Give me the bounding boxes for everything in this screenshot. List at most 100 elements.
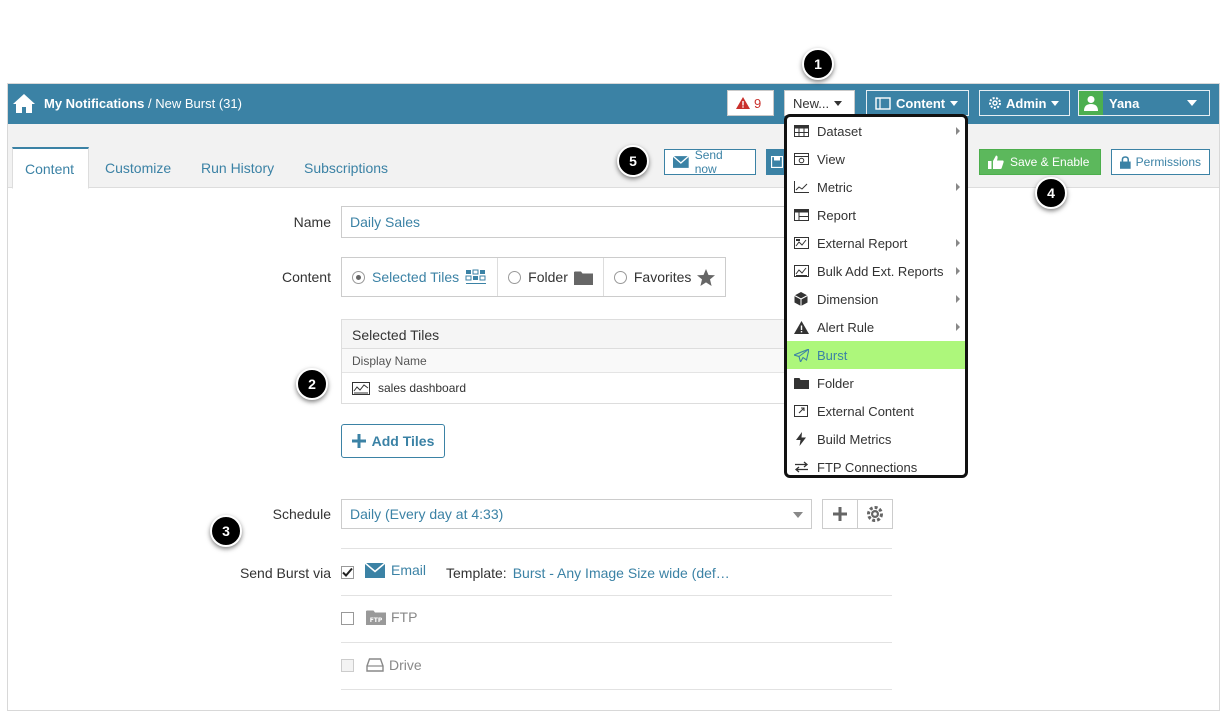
cube-icon	[793, 292, 809, 306]
plus-icon	[833, 507, 847, 521]
divider	[341, 642, 892, 643]
template-link[interactable]: Burst - Any Image Size wide (def…	[513, 565, 730, 581]
dashboard-icon	[352, 381, 370, 395]
new-dropdown-menu: Dataset View Metric Report External Repo…	[784, 114, 968, 478]
option-label: Favorites	[633, 269, 692, 285]
tile-name: sales dashboard	[378, 381, 467, 395]
email-checkbox[interactable]	[341, 566, 354, 579]
envelope-icon	[365, 562, 385, 578]
schedule-select[interactable]: Daily (Every day at 4:33)	[341, 499, 812, 529]
add-tiles-button[interactable]: Add Tiles	[341, 424, 445, 458]
breadcrumb: My Notifications / New Burst (31)	[44, 96, 242, 111]
drive-icon	[366, 658, 384, 672]
content-label: Content	[896, 95, 946, 111]
tab-content[interactable]: Content	[12, 147, 89, 189]
chevron-down-icon	[1051, 100, 1060, 106]
tab-subscriptions[interactable]: Subscriptions	[292, 148, 400, 188]
floppy-icon	[771, 156, 783, 168]
alerts-button[interactable]: 9	[727, 90, 774, 116]
table-title: Selected Tiles	[342, 320, 792, 349]
content-menu-button[interactable]: Content	[866, 90, 969, 116]
breadcrumb-current: / New Burst (31)	[144, 96, 242, 111]
alert-count: 9	[754, 95, 762, 111]
email-label: Email	[391, 562, 427, 578]
admin-menu-button[interactable]: Admin	[979, 90, 1070, 116]
ftp-checkbox[interactable]	[341, 612, 354, 625]
chevron-right-icon	[956, 267, 960, 275]
menu-label: FTP Connections	[817, 459, 918, 475]
envelope-icon	[673, 156, 689, 168]
option-label: Selected Tiles	[372, 269, 460, 285]
breadcrumb-root[interactable]: My Notifications	[44, 96, 144, 111]
option-label: Folder	[528, 269, 568, 285]
template-info: Template: Burst - Any Image Size wide (d…	[446, 565, 730, 581]
step-badge-2: 2	[296, 368, 328, 400]
menu-item-bulk-add-ext-reports[interactable]: Bulk Add Ext. Reports	[787, 257, 965, 285]
new-menu-button[interactable]: New...	[784, 90, 855, 116]
send-now-button[interactable]: Send now	[664, 148, 756, 176]
bulk-report-icon	[793, 264, 809, 278]
menu-label: External Content	[817, 403, 914, 419]
exchange-icon	[793, 460, 809, 474]
gear-icon	[989, 97, 1001, 109]
content-option-folder[interactable]: Folder	[498, 258, 604, 296]
table-row[interactable]: sales dashboard	[342, 373, 792, 403]
content-option-selected-tiles[interactable]: Selected Tiles	[342, 258, 499, 296]
new-label: New...	[793, 95, 830, 111]
admin-label: Admin	[1006, 95, 1047, 111]
content-option-favorites[interactable]: Favorites	[604, 258, 726, 296]
chevron-right-icon	[956, 239, 960, 247]
menu-item-external-content[interactable]: External Content	[787, 397, 965, 425]
send-via-label: Send Burst via	[239, 565, 331, 581]
send-now-label: Send now	[694, 148, 723, 176]
schedule-settings-button[interactable]	[857, 499, 893, 529]
save-enable-button[interactable]: Save & Enable	[979, 149, 1101, 175]
chevron-down-icon	[793, 512, 803, 518]
menu-item-ftp-connections[interactable]: FTP Connections	[787, 453, 965, 475]
chevron-right-icon	[956, 127, 960, 135]
radio-unselected	[613, 270, 627, 284]
warning-icon	[793, 320, 809, 334]
menu-label: Burst	[817, 347, 848, 363]
step-badge-3: 3	[210, 515, 242, 547]
save-enable-label: Save & Enable	[1010, 155, 1090, 169]
menu-item-external-report[interactable]: External Report	[787, 229, 965, 257]
divider	[341, 689, 892, 690]
menu-item-folder[interactable]: Folder	[787, 369, 965, 397]
selected-tiles-table: Selected Tiles Display Name sales dashbo…	[341, 319, 793, 404]
warning-icon	[736, 97, 750, 109]
tab-run-history[interactable]: Run History	[189, 148, 286, 188]
schedule-value: Daily (Every day at 4:33)	[350, 506, 504, 522]
user-menu-button[interactable]: Yana	[1078, 90, 1210, 116]
ftp-folder-icon: FTP	[366, 610, 386, 625]
chevron-right-icon	[956, 295, 960, 303]
home-icon[interactable]	[12, 92, 36, 114]
user-icon	[1084, 96, 1098, 111]
divider	[341, 595, 892, 596]
menu-item-dataset[interactable]: Dataset	[787, 117, 965, 145]
lightning-icon	[793, 432, 809, 446]
check-icon	[342, 567, 353, 577]
menu-item-alert-rule[interactable]: Alert Rule	[787, 313, 965, 341]
menu-item-metric[interactable]: Metric	[787, 173, 965, 201]
menu-item-burst[interactable]: Burst	[787, 341, 965, 369]
chevron-right-icon	[956, 323, 960, 331]
add-schedule-button[interactable]	[822, 499, 858, 529]
name-input[interactable]: Daily Sales	[341, 206, 793, 238]
drive-checkbox[interactable]	[341, 659, 354, 672]
template-label: Template:	[446, 565, 507, 581]
menu-item-view[interactable]: View	[787, 145, 965, 173]
permissions-label: Permissions	[1135, 155, 1201, 169]
menu-item-build-metrics[interactable]: Build Metrics	[787, 425, 965, 453]
menu-label: Dataset	[817, 123, 862, 139]
external-link-icon	[793, 404, 809, 418]
step-badge-5: 5	[617, 145, 649, 177]
permissions-button[interactable]: Permissions	[1111, 149, 1210, 175]
menu-label: Report	[817, 207, 857, 223]
menu-label: Metric	[817, 179, 853, 195]
ftp-label: FTP	[391, 609, 418, 625]
menu-item-dimension[interactable]: Dimension	[787, 285, 965, 313]
step-badge-4: 4	[1035, 177, 1067, 209]
menu-item-report[interactable]: Report	[787, 201, 965, 229]
tab-customize[interactable]: Customize	[93, 148, 183, 188]
